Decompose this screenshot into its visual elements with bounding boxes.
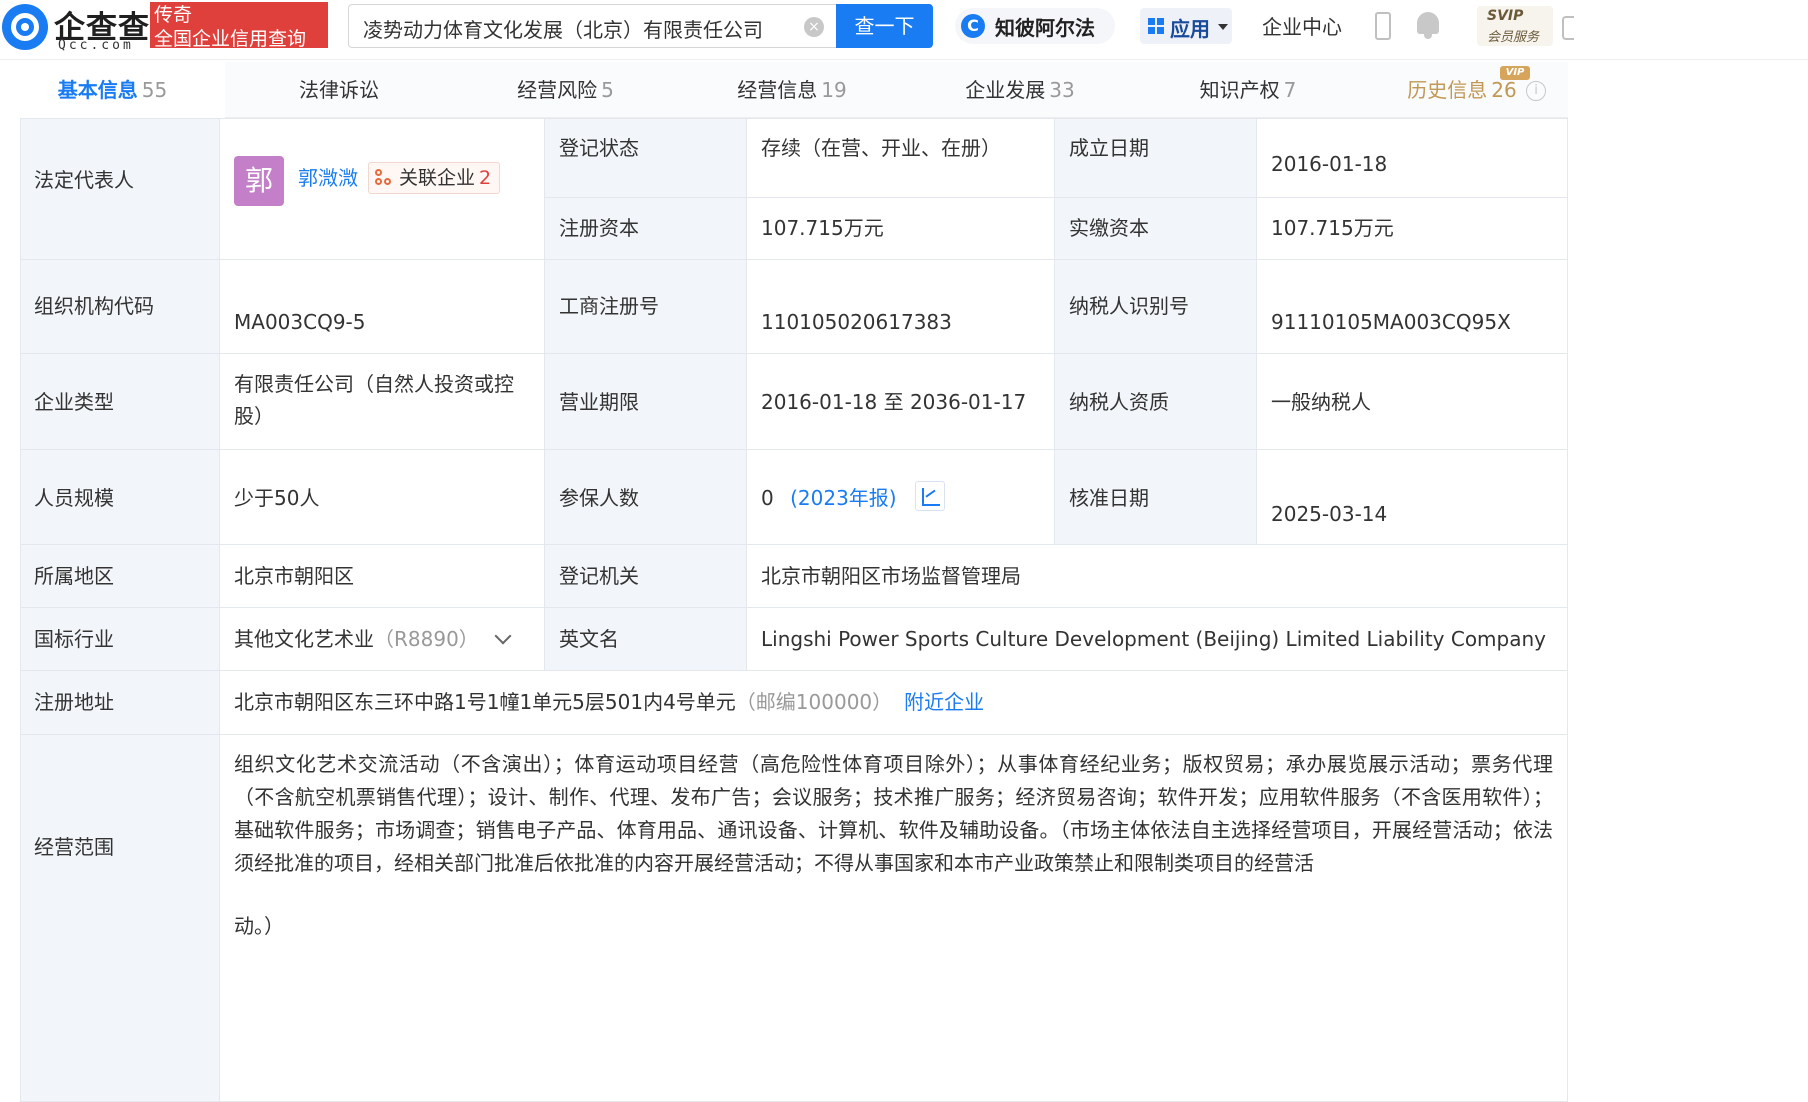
trend-chart-icon[interactable] <box>914 480 945 511</box>
reg-status-label: 登记状态 <box>545 118 747 198</box>
tab-legal-litigation[interactable]: 法律诉讼 <box>225 62 453 118</box>
founded-value: 2016-01-18 <box>1257 118 1568 198</box>
insured-cell: 0 (2023年报) <box>747 450 1055 545</box>
scope-text: 组织文化艺术交流活动（不含演出）；体育运动项目经营（高危险性体育项目除外）；从事… <box>234 752 1553 875</box>
chevron-down-icon[interactable] <box>494 627 512 645</box>
promo-badge[interactable]: 传奇 全国企业信用查询 <box>150 2 328 50</box>
tab-business-risk[interactable]: 经营风险 5 <box>453 62 678 118</box>
scope-cell: 组织文化艺术交流活动（不含演出）；体育运动项目经营（高危险性体育项目除外）；从事… <box>220 735 1568 1102</box>
industry-code: （R8890） <box>374 627 479 651</box>
clear-icon[interactable]: × <box>804 17 824 37</box>
paid-capital-label: 实缴资本 <box>1055 198 1257 260</box>
industry-value: 其他文化艺术业 <box>234 627 374 651</box>
industry-label: 国标行业 <box>20 608 220 671</box>
address-cell: 北京市朝阳区东三环中路1号1幢1单元5层501内4号单元（邮编100000） 附近… <box>220 671 1568 735</box>
biz-term-label: 营业期限 <box>545 354 747 450</box>
address-label: 注册地址 <box>20 671 220 735</box>
paid-capital-value: 107.715万元 <box>1257 198 1568 260</box>
nearby-companies-link[interactable]: 附近企业 <box>904 690 984 714</box>
section-tabs: 基本信息 55 法律诉讼 经营风险 5 经营信息 19 企业发展 33 知识产权 7 历史… <box>0 62 1568 118</box>
logo-domain: Qcc.com <box>58 38 134 53</box>
founded-label: 成立日期 <box>1055 118 1257 198</box>
approved-date-value: 2025-03-14 <box>1257 450 1568 545</box>
taxpayer-qual-label: 纳税人资质 <box>1055 354 1257 450</box>
reg-capital-label: 注册资本 <box>545 198 747 260</box>
authority-label: 登记机关 <box>545 545 747 608</box>
taxpayer-id-label: 纳税人识别号 <box>1055 260 1257 354</box>
scope-text-tail: 动。） <box>234 914 284 938</box>
annual-report-link[interactable]: (2023年报) <box>790 486 897 510</box>
apps-grid-icon <box>1148 18 1164 34</box>
related-companies-label: 关联企业 <box>399 167 476 189</box>
tab-basic-info[interactable]: 基本信息 55 <box>0 62 225 118</box>
reg-status-value: 存续（在营、开业、在册） <box>747 118 1055 198</box>
svip-member-button[interactable]: SVIP 会员服务 <box>1477 6 1553 46</box>
apps-menu-label: 应用 <box>1170 17 1210 41</box>
mobile-phone-icon[interactable] <box>1375 12 1391 40</box>
promo-badge-line2: 全国企业信用查询 <box>154 28 307 50</box>
org-code-value: MA003CQ9-5 <box>220 260 545 354</box>
search-input-value[interactable]: 凌势动力体育文化发展（北京）有限责任公司 <box>363 14 763 43</box>
region-value: 北京市朝阳区 <box>220 545 545 608</box>
enterprise-center-link[interactable]: 企业中心 <box>1262 11 1342 40</box>
legal-rep-cell: 郭 郭溦溦 关联企业 2 <box>220 118 545 260</box>
insured-value: 0 <box>761 486 774 510</box>
legal-rep-label: 法定代表人 <box>20 118 220 260</box>
company-type-label: 企业类型 <box>20 354 220 450</box>
related-companies-count: 2 <box>479 167 492 189</box>
apps-menu-button[interactable]: 应用 <box>1140 8 1232 44</box>
english-name-value: Lingshi Power Sports Culture Development… <box>747 608 1568 671</box>
region-label: 所属地区 <box>20 545 220 608</box>
tab-business-info[interactable]: 经营信息 19 <box>678 62 906 118</box>
chevron-down-icon <box>1218 24 1228 30</box>
legal-rep-name-link[interactable]: 郭溦溦 <box>298 162 358 194</box>
biz-term-value: 2016-01-18 至 2036-01-17 <box>747 354 1055 450</box>
postcode: （邮编100000） <box>735 690 893 714</box>
taxpayer-qual-value: 一般纳税人 <box>1257 354 1568 450</box>
tab-enterprise-development[interactable]: 企业发展 33 <box>906 62 1134 118</box>
zhibi-alpha-label: 知彼阿尔法 <box>995 16 1095 40</box>
svip-label: SVIP <box>1487 8 1524 24</box>
zhibi-alpha-button[interactable]: C 知彼阿尔法 <box>955 8 1115 44</box>
scope-label: 经营范围 <box>20 735 220 1102</box>
svip-subtitle: 会员服务 <box>1487 30 1540 45</box>
top-header: 企查查 Qcc.com 传奇 全国企业信用查询 凌势动力体育文化发展（北京）有限… <box>0 0 1808 60</box>
side-panel-icon[interactable] <box>1562 16 1574 40</box>
biz-reg-no-label: 工商注册号 <box>545 260 747 354</box>
insured-label: 参保人数 <box>545 450 747 545</box>
search-button[interactable]: 查一下 <box>836 4 933 48</box>
authority-value: 北京市朝阳区市场监督管理局 <box>747 545 1568 608</box>
biz-reg-no-value: 110105020617383 <box>747 260 1055 354</box>
company-type-value: 有限责任公司（自然人投资或控股） <box>220 354 545 450</box>
vip-tag: VIP <box>1500 66 1530 80</box>
search-input[interactable]: 凌势动力体育文化发展（北京）有限责任公司 × <box>348 4 836 48</box>
qcc-logo-icon[interactable] <box>2 4 48 50</box>
org-code-label: 组织机构代码 <box>20 260 220 354</box>
avatar[interactable]: 郭 <box>234 156 284 206</box>
tab-intellectual-property[interactable]: 知识产权 7 <box>1134 62 1362 118</box>
staff-size-label: 人员规模 <box>20 450 220 545</box>
approved-date-label: 核准日期 <box>1055 450 1257 545</box>
zhibi-alpha-icon: C <box>961 14 985 38</box>
promo-badge-line1: 传奇 <box>154 4 193 26</box>
address-value: 北京市朝阳区东三环中路1号1幢1单元5层501内4号单元 <box>234 690 736 714</box>
network-icon <box>375 169 393 187</box>
related-companies-button[interactable]: 关联企业 2 <box>368 162 501 194</box>
staff-size-value: 少于50人 <box>220 450 545 545</box>
notification-bell-icon[interactable] <box>1417 12 1439 39</box>
reg-capital-value: 107.715万元 <box>747 198 1055 260</box>
industry-cell[interactable]: 其他文化艺术业（R8890） <box>220 608 545 671</box>
taxpayer-id-value: 91110105MA003CQ95X <box>1257 260 1568 354</box>
english-name-label: 英文名 <box>545 608 747 671</box>
info-icon[interactable]: i <box>1526 81 1546 101</box>
basic-info-table: 法定代表人 郭 郭溦溦 关联企业 2 登记状态 存续（在营、开业、在册） 成立日期… <box>20 118 1568 1102</box>
